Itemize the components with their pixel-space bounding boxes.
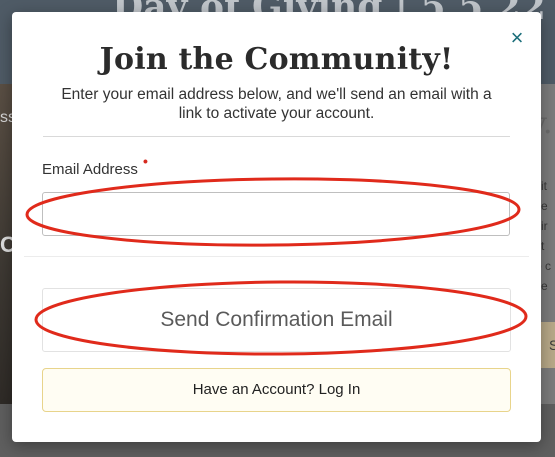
modal-title: Join the Community! bbox=[99, 42, 454, 77]
required-indicator: • bbox=[143, 153, 148, 169]
background-right-button: S bbox=[541, 322, 555, 368]
header-divider bbox=[43, 136, 510, 137]
section-divider bbox=[24, 256, 529, 257]
login-button[interactable]: Have an Account? Log In bbox=[42, 368, 511, 412]
email-field-label: Email Address bbox=[42, 161, 138, 178]
join-community-modal: × Join the Community! Enter your email a… bbox=[12, 12, 541, 442]
email-field[interactable] bbox=[42, 192, 510, 236]
send-confirmation-email-button[interactable]: Send Confirmation Email bbox=[42, 288, 511, 352]
modal-subtitle: Enter your email address below, and we'l… bbox=[61, 86, 492, 122]
